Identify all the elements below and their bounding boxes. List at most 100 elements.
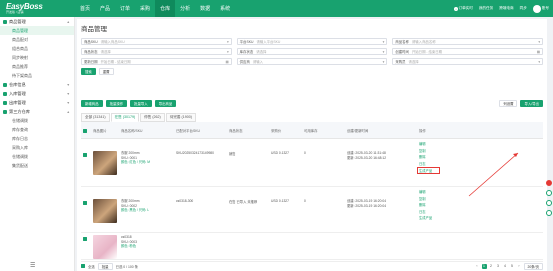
generate-product-link[interactable]: 生成产品 [419,215,457,220]
sidebar-item-sync-mapping[interactable]: 同步映射 [0,53,74,62]
menu-collapse-icon[interactable]: ☰ [30,262,35,269]
sidebar-item-combo-products[interactable]: 组合商品 [0,44,74,53]
filter-actions: 搜索 重置 [81,68,543,75]
sidebar-item-product-pairing[interactable]: 商品配对 [0,35,74,44]
edit-link[interactable]: 编辑 [419,141,457,146]
top-right-tools: • 订单实时 我的任务 跨境电商 同步 账号 [454,0,549,17]
help-icon[interactable] [546,190,552,196]
sidebar-group-outbound[interactable]: 出库管理 ▼ [0,98,74,107]
sidebar-group-inbound[interactable]: 入库管理 ▼ [0,89,74,98]
prev-page-icon[interactable]: ‹ [475,264,480,269]
tab-incomplete[interactable]: 待完善 (1900) [165,113,196,122]
select-all-checkbox[interactable] [83,129,87,133]
edit-link[interactable]: 编辑 [419,189,457,194]
column-settings-button[interactable]: 列设置 [499,100,518,107]
sidebar-group-products[interactable]: 商品管理 ▲ [0,17,74,26]
nav-data[interactable]: 数据 [195,0,215,17]
reset-button[interactable]: 重置 [98,68,114,75]
nav-analysis[interactable]: 分析 [175,0,195,17]
page-number[interactable]: 5 [510,264,515,269]
nav-products[interactable]: 产品 [95,0,115,17]
product-thumbnail[interactable] [93,151,117,175]
tab-all[interactable]: 全部 (31341) [81,113,110,122]
sidebar-item-purchase-inbound[interactable]: 采购入库 [0,143,74,152]
filter-placeholder: 请输入 [252,60,264,64]
sidebar-group-third-party[interactable]: 第三方仓库 ▲ [0,107,74,116]
sync-label: 同步 [519,6,527,10]
delete-link[interactable]: 删除 [419,154,457,159]
page-number[interactable]: 2 [489,264,494,269]
copy-link[interactable]: 复制 [419,196,457,201]
filter-platform-sku[interactable]: 平台SKU 请输入平台SKU ▾ [236,38,388,45]
generate-product-link[interactable]: 生成产品 [417,167,440,175]
chevron-down-icon: ▾ [538,59,541,64]
delete-link[interactable]: 删除 [419,202,457,207]
chevron-down-icon: ▾ [382,39,385,44]
order-realtime-link[interactable]: • 订单实时 [454,6,473,11]
product-thumbnail[interactable] [93,199,117,223]
filter-updated-date[interactable]: 更新日期 开始日期 - 结束日期 ▦ [81,58,232,65]
filter-product-status[interactable]: 商品状态 请选择 ▾ [81,48,232,55]
row-checkbox[interactable] [83,201,87,205]
sidebar-group-label: 出库管理 [9,99,26,105]
sidebar-group-warehouse-info[interactable]: 仓库信息 ▼ [0,80,74,89]
nav-home[interactable]: 首页 [75,0,95,17]
page-number[interactable]: 3 [496,264,501,269]
batch-action-button[interactable]: 批量操作 [105,100,128,107]
nav-system[interactable]: 系统 [215,0,235,17]
batch-import-button[interactable]: 批量导入 [130,100,152,107]
sidebar-item-transfer-2[interactable]: 仓储调拨 [0,152,74,161]
chat-icon[interactable] [546,180,552,186]
import-export-button[interactable]: 导入/导出 [520,100,543,107]
filter-created-date[interactable]: 创建时间 开始日期 - 结束日期 ▦ [392,48,544,55]
my-tasks-link[interactable]: 我的任务 [479,6,493,11]
page-number[interactable]: 1 [481,263,487,269]
sidebar-item-recommend[interactable]: 商品推荐 [0,62,74,71]
copy-link[interactable]: 复制 [419,148,457,153]
log-link[interactable]: 日志 [419,209,457,214]
nav-purchase[interactable]: 采购 [135,0,155,17]
filter-supplier[interactable]: 供应商 请输入 ▾ [236,58,388,65]
filter-buyer[interactable]: 采购员 请选择 ▾ [392,58,544,65]
row-info-cell: 衣服 200mm SKU: 0002 颜色: 黑色 / 尺码: L [119,199,174,213]
filter-product-name[interactable]: 商品名称 请输入商品名称 ▾ [392,38,544,45]
nav-orders[interactable]: 订单 [115,0,135,17]
add-product-button[interactable]: 新增商品 [81,100,103,107]
header-checkbox-cell [81,127,91,133]
sidebar-item-consolidation[interactable]: 集货配送 [0,161,74,170]
sidebar-item-stock-query[interactable]: 库存查询 [0,125,74,134]
sidebar-item-stock-log[interactable]: 库存日志 [0,134,74,143]
logo[interactable]: EasyBoss 开发版 / 店铺 [0,3,75,14]
header-date: 创建/更新时间 [347,128,369,133]
sidebar-item-product-management[interactable]: 商品管理 [0,26,74,35]
page-number[interactable]: 4 [503,264,508,269]
row-checkbox[interactable] [83,153,87,157]
nav-warehouse[interactable]: 仓库 [155,0,176,17]
row-checkbox[interactable] [83,237,87,241]
chevron-down-icon: ▼ [66,91,70,96]
tab-on-sale[interactable]: 在售 (30179) [110,113,140,122]
message-icon[interactable] [546,200,552,206]
sidebar-item-transfer[interactable]: 仓储调拨 [0,116,74,125]
top-icon[interactable] [546,210,552,216]
filter-stock-status[interactable]: 库存状态 请选择 ▾ [236,48,388,55]
cross-border-label: 跨境电商 [499,6,514,10]
search-button[interactable]: 搜索 [81,68,96,75]
cross-border-link[interactable]: 跨境电商 [499,6,513,11]
tab-stopped[interactable]: 停售 (262) [140,113,165,122]
log-link[interactable]: 日志 [419,161,457,166]
product-thumbnail[interactable] [93,235,117,259]
row-operations: 编辑 复制 删除 日志 生成产品 [417,142,457,175]
outbound-icon [3,100,7,105]
user-menu[interactable]: 账号 [532,4,549,13]
export-products-button[interactable]: 导出商品 [154,100,177,107]
sidebar-item-delist[interactable]: 待下架商品 [0,71,74,80]
filter-product-sku[interactable]: 商品SKU 请输入商品SKU ▾ [81,38,232,45]
sync-link[interactable]: 同步 [520,6,527,11]
footer-batch-button[interactable]: 批量 [97,262,113,270]
table-header: 商品图片 商品名称/SKU 已配对平台SKU 商品状态 采购价 可用库存 创建/… [81,122,543,139]
page-size-select[interactable]: 20条/页 [523,262,543,270]
footer-select-all-checkbox[interactable] [81,264,85,268]
filter-placeholder: 请输入商品名称 [411,40,436,44]
next-page-icon[interactable]: › [517,264,522,269]
